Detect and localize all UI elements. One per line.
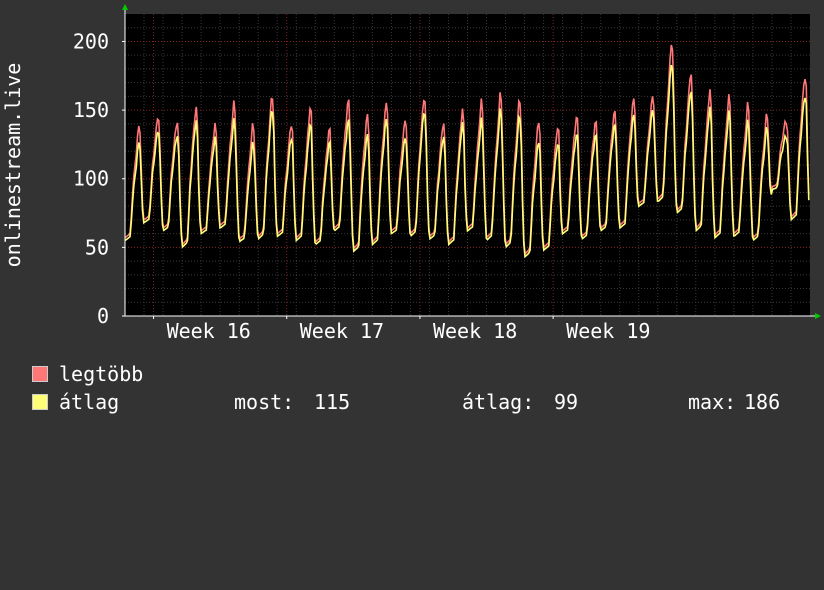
stat-atlag-label: átlag: bbox=[462, 390, 535, 414]
legend-swatch-max bbox=[32, 366, 48, 382]
x-tick-label: Week 18 bbox=[433, 319, 517, 343]
y-axis-arrow bbox=[122, 4, 128, 10]
y-axis-label: onlinestream.live bbox=[1, 63, 25, 268]
y-tick-label: 100 bbox=[73, 167, 109, 191]
x-tick-label: Week 17 bbox=[300, 319, 384, 343]
y-tick-label: 150 bbox=[73, 98, 109, 122]
stat-most-value: 115 bbox=[314, 390, 351, 414]
legend-swatch-avg bbox=[32, 394, 48, 410]
y-tick-label: 50 bbox=[85, 235, 109, 259]
y-tick-label: 200 bbox=[73, 29, 109, 53]
x-tick-label: Week 19 bbox=[566, 319, 650, 343]
legend-label-avg: átlag bbox=[59, 390, 120, 414]
x-tick-label: Week 16 bbox=[167, 319, 251, 343]
legend-item-max: legtöbb bbox=[32, 363, 143, 385]
y-tick-label: 0 bbox=[97, 304, 109, 328]
stat-max-label: max: bbox=[688, 390, 737, 414]
stat-atlag-value: 99 bbox=[554, 390, 579, 414]
stat-max-value: 186 bbox=[744, 390, 781, 414]
x-axis-arrow bbox=[815, 313, 821, 319]
legend-label-max: legtöbb bbox=[59, 362, 144, 386]
stat-most-label: most: bbox=[234, 390, 295, 414]
legend-item-avg: átlag most: 115 átlag: 99 max: 186 bbox=[32, 391, 812, 413]
